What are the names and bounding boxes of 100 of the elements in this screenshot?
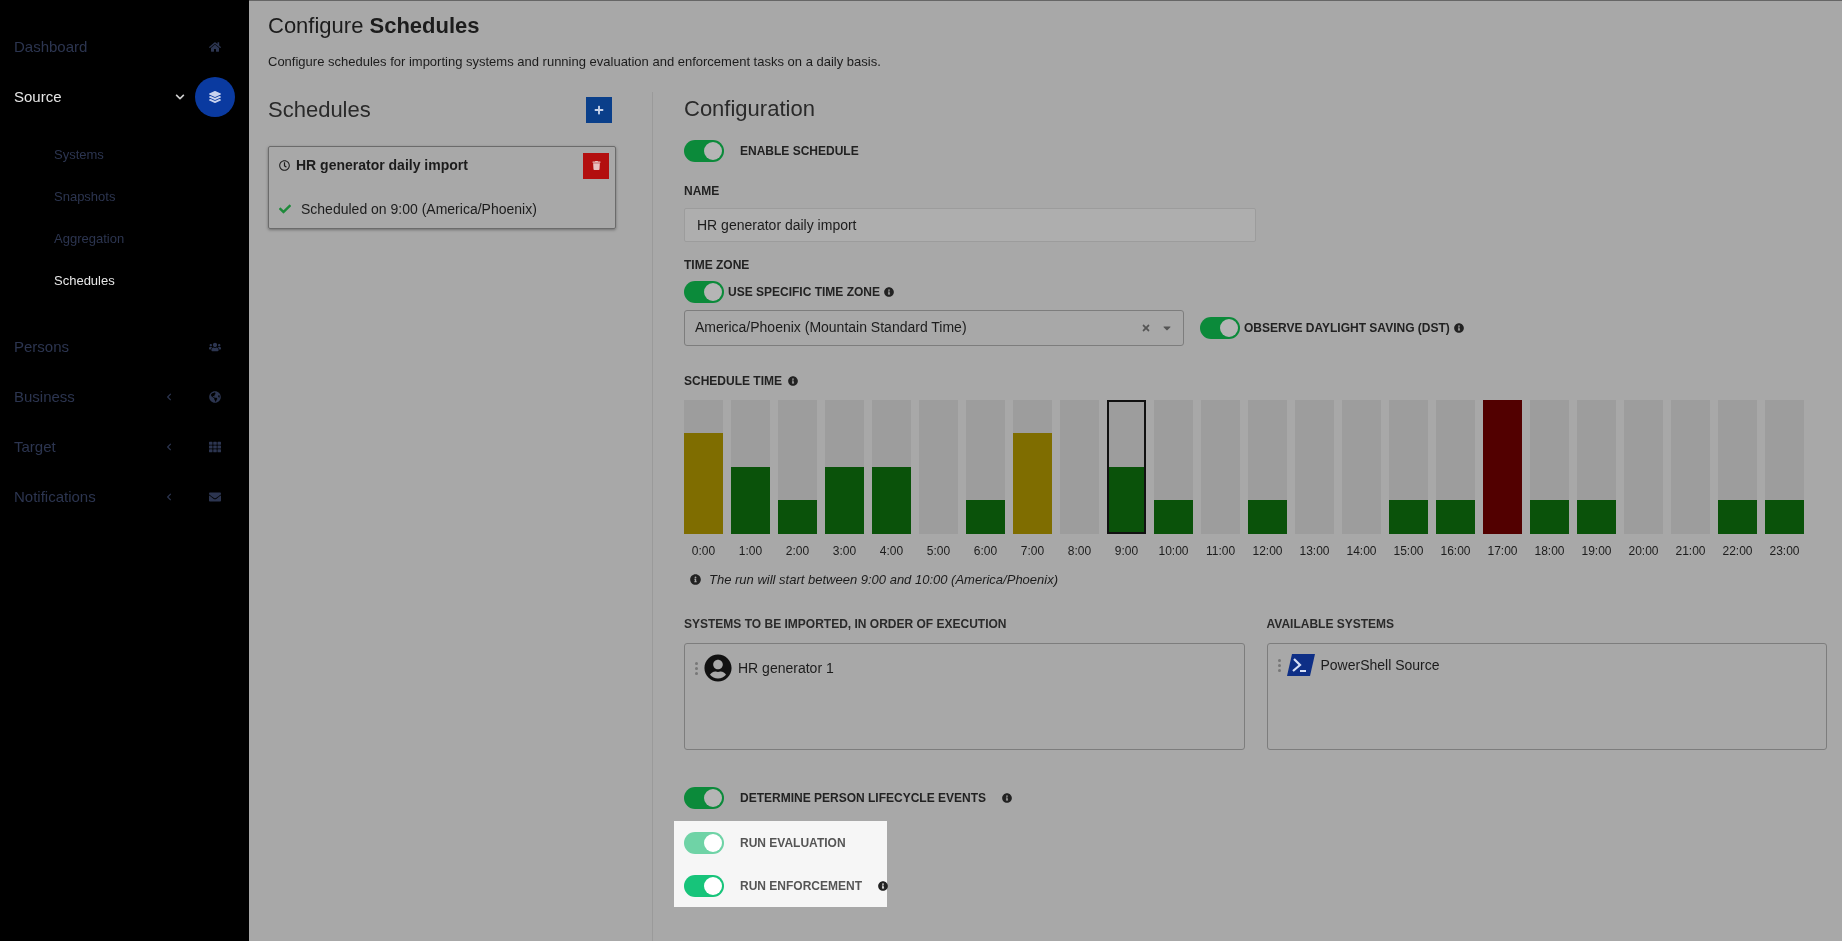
page-title: Configure Schedules: [268, 12, 481, 40]
system-item[interactable]: PowerShell Source: [1277, 654, 1816, 676]
nav-item[interactable]: Business: [14, 385, 165, 409]
schedule-card[interactable]: HR generator daily import Scheduled on 9:00 (America/Phoenix): [268, 145, 616, 229]
envelope-icon: [209, 491, 221, 503]
hour-bar[interactable]: [1436, 399, 1475, 534]
hour-label: 11:00: [1205, 542, 1236, 560]
hour-bar[interactable]: [966, 399, 1005, 534]
hour-bar[interactable]: [1248, 399, 1287, 534]
hour-bar[interactable]: [778, 399, 817, 534]
hour-label: 13:00: [1299, 542, 1330, 560]
page-description: Configure schedules for importing systems and running evaluation and enforcement tasks on a daily basis.: [268, 53, 882, 71]
hour-bar[interactable]: [1765, 399, 1804, 534]
toggle-switch[interactable]: [1200, 316, 1240, 339]
nav-subitem[interactable]: Systems: [54, 134, 235, 176]
hour-label: 17:00: [1487, 542, 1518, 560]
toggle-switch[interactable]: [684, 139, 724, 162]
hour-label: 15:00: [1393, 542, 1424, 560]
person-icon: [704, 654, 732, 682]
info-icon[interactable]: [1002, 792, 1013, 803]
section-heading: Schedules: [268, 96, 371, 124]
drag-handle-icon[interactable]: [1277, 658, 1281, 672]
layers-icon: [209, 91, 221, 103]
nav-item[interactable]: Persons: [14, 335, 195, 359]
drag-handle-icon[interactable]: [695, 661, 698, 675]
toggle-label: USE SPECIFIC TIME ZONE: [728, 283, 880, 301]
nav-item[interactable]: Source: [14, 85, 175, 109]
home-icon: [209, 41, 221, 53]
hour-label: 7:00: [1020, 542, 1045, 560]
clear-icon[interactable]: [1141, 322, 1151, 333]
grid-icon: [209, 441, 221, 453]
info-icon[interactable]: [788, 375, 798, 386]
hour-label: 22:00: [1722, 542, 1753, 560]
field-label: SCHEDULE TIME: [684, 372, 782, 390]
hour-label: 1:00: [738, 542, 763, 560]
hour-label: 2:00: [785, 542, 810, 560]
hour-bar[interactable]: [1389, 399, 1428, 534]
hour-label: 5:00: [926, 542, 951, 560]
toggle-switch[interactable]: [684, 786, 724, 809]
hour-label: 12:00: [1252, 542, 1283, 560]
nav-item[interactable]: Dashboard: [14, 35, 195, 59]
info-icon[interactable]: [1453, 322, 1464, 333]
hour-bar[interactable]: [872, 399, 911, 534]
info-icon[interactable]: [884, 286, 894, 297]
hour-label: 16:00: [1440, 542, 1471, 560]
delete-button[interactable]: [583, 152, 609, 179]
hour-label: 18:00: [1534, 542, 1565, 560]
nav-item[interactable]: Target: [14, 435, 165, 459]
hour-bar[interactable]: [825, 399, 864, 534]
section-label: SYSTEMS TO BE IMPORTED, IN ORDER OF EXECUTION: [684, 616, 1008, 633]
hour-label: 0:00: [691, 542, 716, 560]
section-heading: Configuration: [684, 94, 816, 123]
field-label: NAME: [684, 182, 721, 200]
hour-label: 9:00: [1114, 542, 1139, 560]
globe-icon: [209, 391, 221, 403]
section-label: AVAILABLE SYSTEMS: [1266, 616, 1396, 633]
hour-label: 19:00: [1581, 542, 1612, 560]
hour-bar[interactable]: [1107, 399, 1146, 534]
system-item[interactable]: HR generator 1: [695, 654, 1234, 682]
chevron-down-icon[interactable]: [175, 92, 185, 102]
toggle-switch[interactable]: [684, 874, 724, 897]
add-button[interactable]: [586, 96, 612, 123]
users-icon: [209, 341, 221, 353]
hour-label: 4:00: [879, 542, 904, 560]
nav-subitem[interactable]: Schedules: [54, 260, 235, 302]
info-icon: [690, 573, 701, 585]
nav-subitem[interactable]: Snapshots: [54, 176, 235, 218]
hour-label: 20:00: [1628, 542, 1659, 560]
trash-icon: [591, 161, 601, 170]
check-icon: [279, 203, 291, 215]
toggle-label: ENABLE SCHEDULE: [740, 142, 859, 160]
info-icon[interactable]: [878, 880, 888, 891]
hour-label: 21:00: [1675, 542, 1706, 560]
name-field[interactable]: HR generator daily import: [684, 207, 1256, 242]
nav-item[interactable]: Notifications: [14, 485, 165, 509]
clock-icon: [279, 159, 290, 171]
hour-label: 6:00: [973, 542, 998, 560]
terminal-icon: [1286, 654, 1315, 676]
time-zone-select[interactable]: America/Phoenix (Mountain Standard Time): [684, 309, 1184, 346]
hour-bar[interactable]: [1577, 399, 1616, 534]
field-label: TIME ZONE: [684, 256, 751, 274]
schedule-note: The run will start between 9:00 and 10:00 (America/Phoenix): [709, 570, 1059, 589]
hour-bar[interactable]: [1718, 399, 1757, 534]
hour-bar[interactable]: [731, 399, 770, 534]
hour-label: 10:00: [1158, 542, 1189, 560]
schedule-status: Scheduled on 9:00 (America/Phoenix): [301, 199, 537, 219]
hour-bar[interactable]: [1530, 399, 1569, 534]
hour-label: 23:00: [1769, 542, 1800, 560]
toggle-label: RUN EVALUATION: [740, 834, 846, 852]
plus-icon: [594, 104, 604, 115]
schedule-name: HR generator daily import: [296, 155, 468, 175]
toggle-label: RUN ENFORCEMENT: [740, 877, 862, 895]
hour-label: 8:00: [1067, 542, 1092, 560]
hour-label: 3:00: [832, 542, 857, 560]
toggle-label: DETERMINE PERSON LIFECYCLE EVENTS: [740, 789, 987, 807]
nav-subitem[interactable]: Aggregation: [54, 218, 235, 260]
toggle-label: OBSERVE DAYLIGHT SAVING (DST): [1244, 319, 1450, 337]
hour-bar[interactable]: [1154, 399, 1193, 534]
hour-label: 14:00: [1346, 542, 1377, 560]
toggle-switch[interactable]: [684, 280, 724, 303]
